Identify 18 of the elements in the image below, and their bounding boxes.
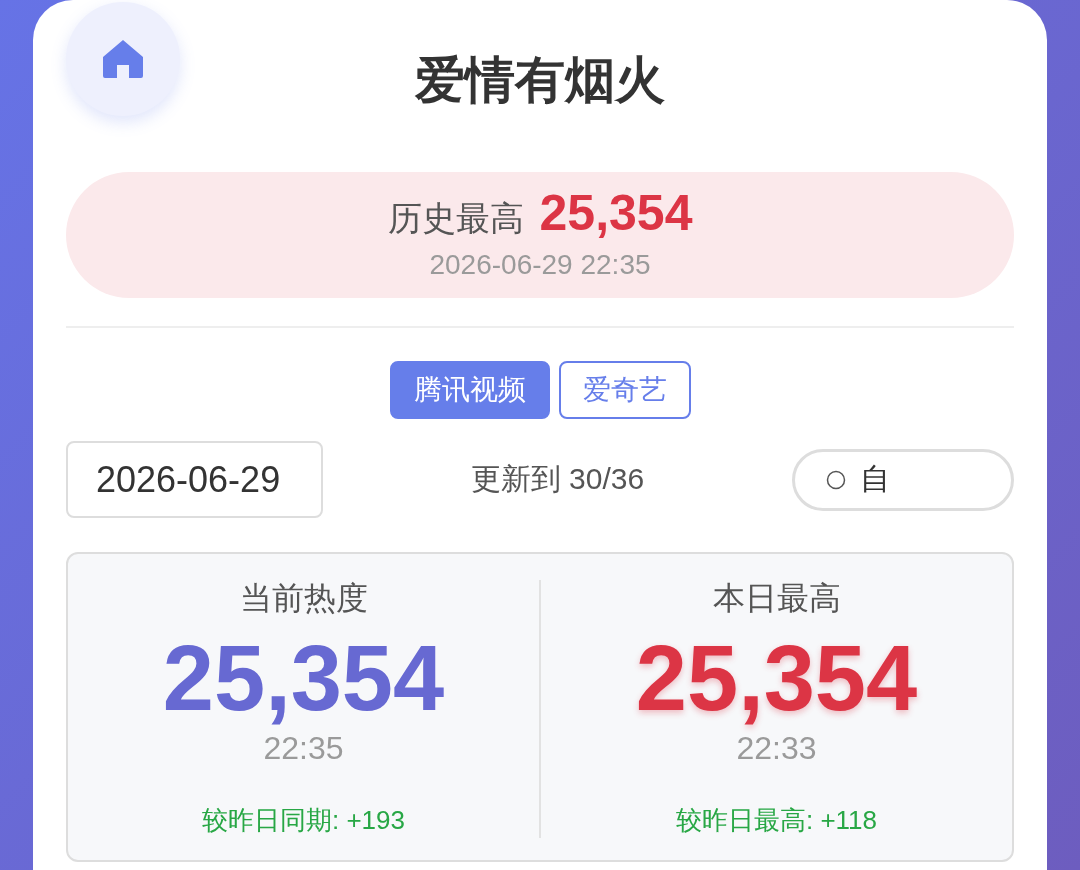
home-icon — [103, 40, 143, 78]
comparison-text: 较昨日最高: +118 — [675, 804, 878, 837]
platform-tab[interactable]: 腾讯视频 — [389, 361, 550, 419]
stat-label: 本日最高 — [712, 580, 841, 616]
stat-time: 22:35 — [263, 729, 344, 768]
record-label: 历史最高 — [387, 198, 524, 239]
record-time: 2026-06-29 22:35 — [429, 248, 651, 282]
daily-peak-value: 25,354 — [635, 628, 918, 728]
date-field[interactable]: 2026-06-29 — [66, 441, 323, 518]
platform-tab[interactable]: 爱奇艺 — [558, 361, 691, 419]
update-status: 更新到 30/36 — [470, 461, 645, 497]
page-title: 爱情有烟火 — [414, 51, 666, 110]
comparison-text: 较昨日同期: +193 — [202, 804, 405, 837]
record-value: 25,354 — [539, 185, 693, 241]
toggle-button[interactable]: 自 — [792, 448, 1014, 511]
stat-label: 当前热度 — [239, 580, 368, 616]
stat-time: 22:33 — [736, 729, 817, 768]
current-heat-value: 25,354 — [162, 628, 445, 728]
